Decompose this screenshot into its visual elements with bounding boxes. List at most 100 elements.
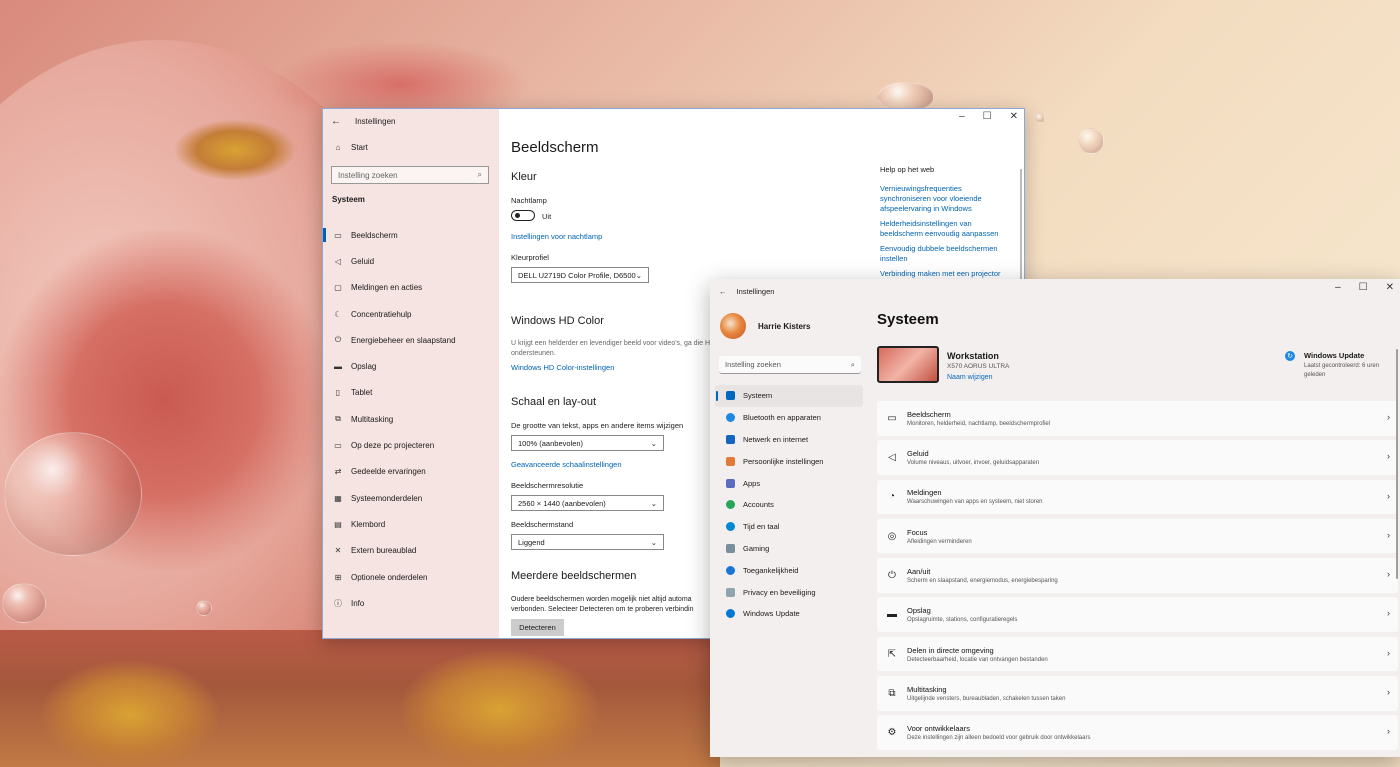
share-icon: ⇄ <box>334 467 342 477</box>
windows-update-status[interactable]: ↻ Windows Update Laatst gecontroleerd: 6… <box>1285 351 1395 380</box>
sidebar-item-geluid[interactable]: ◁ Geluid <box>323 248 499 274</box>
sidebar-item-accounts[interactable]: Accounts <box>715 494 863 516</box>
orientation-select[interactable]: Liggend ⌄ <box>511 534 664 550</box>
sidebar-item-gedeelde-ervaringen[interactable]: ⇄ Gedeelde ervaringen <box>323 459 499 485</box>
settings-list: ▭ Beeldscherm Monitoren, helderheid, nacht… <box>877 401 1398 755</box>
settings-card-meldingen[interactable]: ◔ Meldingen Waarschuwingen van apps en sys… <box>877 479 1398 515</box>
sidebar-item-info[interactable]: ⓘ Info <box>323 590 499 616</box>
sidebar-item-multitasking[interactable]: ⧉ Multitasking <box>323 406 499 432</box>
sidebar-item-projecteren[interactable]: ▭ Op deze pc projecteren <box>323 432 499 458</box>
sidebar-item-label: Info <box>351 598 365 608</box>
sidebar-item-tablet[interactable]: ▯ Tablet <box>323 380 499 406</box>
developer-icon: ⚙ <box>887 727 897 739</box>
scrollbar[interactable] <box>1396 349 1398 579</box>
account-icon <box>726 500 735 510</box>
accessibility-icon <box>726 565 735 575</box>
hdr-settings-link[interactable]: Windows HD Color-instellingen <box>511 363 614 372</box>
back-arrow-icon[interactable]: ← <box>331 116 341 127</box>
settings-card-focus[interactable]: ◎ Focus Afleidingen verminderen › <box>877 518 1398 554</box>
home-link[interactable]: ⌂ Start <box>333 143 368 152</box>
sidebar-item-opslag[interactable]: ▬ Opslag <box>323 353 499 379</box>
maximize-icon[interactable]: ☐ <box>983 111 992 122</box>
help-link[interactable]: Helderheidsinstellingen van beeldscherm … <box>880 219 1010 239</box>
update-icon: ↻ <box>1285 351 1295 361</box>
close-icon[interactable]: ✕ <box>1010 111 1018 122</box>
maximize-icon[interactable]: ☐ <box>1359 282 1368 293</box>
sidebar-item-concentratiehulp[interactable]: ☾ Concentratiehulp <box>323 301 499 327</box>
sidebar-item-optionele-onderdelen[interactable]: ⊞ Optionele onderdelen <box>323 564 499 590</box>
chevron-right-icon: › <box>1387 451 1390 462</box>
color-heading: Kleur <box>511 171 537 183</box>
help-link[interactable]: Vernieuwingsfrequenties synchroniseren v… <box>880 184 1010 214</box>
settings-card-opslag[interactable]: ▬ Opslag Opslagruimte, stations, configura… <box>877 597 1398 632</box>
help-link[interactable]: Verbinding maken met een projector <box>880 269 1010 279</box>
window-title: Instellingen <box>355 116 396 126</box>
settings-card-delen[interactable]: ⇱ Delen in directe omgeving Detecteerbaarh… <box>877 636 1398 672</box>
sidebar-item-meldingen[interactable]: ▢ Meldingen en acties <box>323 275 499 301</box>
chevron-down-icon: ⌄ <box>635 270 642 280</box>
sidebar-item-systeem[interactable]: Systeem <box>715 385 863 407</box>
sidebar-item-label: Energiebeheer en slaapstand <box>351 335 456 345</box>
sidebar-item-windows-update[interactable]: Windows Update <box>715 603 863 625</box>
sidebar-item-energiebeheer[interactable]: ⏻ Energiebeheer en slaapstand <box>323 327 499 353</box>
minimize-icon[interactable]: – <box>959 111 965 122</box>
sidebar-item-beeldscherm[interactable]: ▭ Beeldscherm <box>323 222 499 248</box>
detect-button[interactable]: Detecteren <box>511 619 564 636</box>
sidebar-item-klembord[interactable]: ▤ Klembord <box>323 511 499 537</box>
win11-nav: Systeem Bluetooth en apparaten Netwerk e… <box>715 385 863 625</box>
chevron-right-icon: › <box>1387 490 1390 501</box>
rename-link[interactable]: Naam wijzigen <box>947 374 993 381</box>
minimize-icon[interactable]: – <box>1335 282 1341 293</box>
sidebar-item-privacy[interactable]: Privacy en beveiliging <box>715 581 863 603</box>
chevron-right-icon: › <box>1387 412 1390 422</box>
settings-card-ontwikkelaars[interactable]: ⚙ Voor ontwikkelaars Deze instellingen zij… <box>877 715 1398 750</box>
sidebar-item-label: Concentratiehulp <box>351 309 412 319</box>
search-input[interactable]: Instelling zoeken ⌕ <box>331 166 489 184</box>
sidebar-item-apps[interactable]: Apps <box>715 472 863 494</box>
nightlight-toggle[interactable] <box>511 210 535 221</box>
settings-card-geluid[interactable]: ◁ Geluid Volume niveaus, uitvoer, invoer, … <box>877 440 1398 475</box>
card-title: Multitasking <box>907 684 947 694</box>
search-icon: ⌕ <box>850 359 855 369</box>
card-description: Uitgelijnde vensters, bureaubladen, scha… <box>907 695 1066 702</box>
settings-card-beeldscherm[interactable]: ▭ Beeldscherm Monitoren, helderheid, nacht… <box>877 401 1398 436</box>
card-description: Scherm en slaapstand, energiemodus, ener… <box>907 577 1058 584</box>
nightlight-settings-link[interactable]: Instellingen voor nachtlamp <box>511 232 602 241</box>
system-icon <box>726 391 735 401</box>
bluetooth-icon <box>726 413 735 423</box>
back-arrow-icon[interactable]: ← <box>719 287 727 296</box>
user-profile[interactable]: Harrie Kisters <box>720 313 810 339</box>
grid-icon: ⊞ <box>334 572 342 582</box>
close-icon[interactable]: ✕ <box>1386 282 1394 293</box>
sidebar-item-label: Extern bureaublad <box>351 546 417 556</box>
sidebar-item-netwerk[interactable]: Netwerk en internet <box>715 429 863 451</box>
sidebar-item-systeemonderdelen[interactable]: ▦ Systeemonderdelen <box>323 485 499 511</box>
hdr-heading: Windows HD Color <box>511 315 604 327</box>
moon-icon: ☾ <box>334 309 342 319</box>
orientation-value: Liggend <box>518 537 545 547</box>
sidebar-item-bluetooth[interactable]: Bluetooth en apparaten <box>715 407 863 429</box>
resolution-select[interactable]: 2560 × 1440 (aanbevolen) ⌄ <box>511 495 664 511</box>
brush-icon <box>726 456 735 466</box>
device-name: Workstation <box>947 351 999 361</box>
settings-card-aan-uit[interactable]: ⏻ Aan/uit Scherm en slaapstand, energiemod… <box>877 558 1398 593</box>
search-input[interactable]: Instelling zoeken ⌕ <box>719 356 861 374</box>
scale-advanced-link[interactable]: Geavanceerde schaalinstellingen <box>511 460 622 469</box>
sidebar-item-toegankelijkheid[interactable]: Toegankelijkheid <box>715 559 863 581</box>
sidebar-item-tijd-taal[interactable]: Tijd en taal <box>715 516 863 538</box>
hdr-description: U krijgt een helderder en levendiger bee… <box>511 340 721 357</box>
card-title: Beeldscherm <box>907 409 951 419</box>
help-title: Help op het web <box>880 165 935 174</box>
sidebar-item-gaming[interactable]: Gaming <box>715 538 863 560</box>
scale-select[interactable]: 100% (aanbevolen) ⌄ <box>511 435 664 451</box>
sidebar-item-label: Systeem <box>743 391 773 401</box>
colorprofile-label: Kleurprofiel <box>511 253 549 262</box>
card-description: Detecteerbaarheid, locatie van ontvangen… <box>907 656 1048 663</box>
sidebar-item-persoonlijk[interactable]: Persoonlijke instellingen <box>715 450 863 472</box>
scale-heading: Schaal en lay-out <box>511 396 596 408</box>
colorprofile-select[interactable]: DELL U2719D Color Profile, D6500 ⌄ <box>511 267 649 283</box>
settings-card-multitasking[interactable]: ⧉ Multitasking Uitgelijnde vensters, burea… <box>877 676 1398 711</box>
sidebar-item-extern-bureaublad[interactable]: ✕ Extern bureaublad <box>323 538 499 564</box>
help-link[interactable]: Eenvoudig dubbele beeldschermen instelle… <box>880 244 1010 264</box>
card-description: Deze instellingen zijn alleen bedoeld vo… <box>907 735 1091 742</box>
